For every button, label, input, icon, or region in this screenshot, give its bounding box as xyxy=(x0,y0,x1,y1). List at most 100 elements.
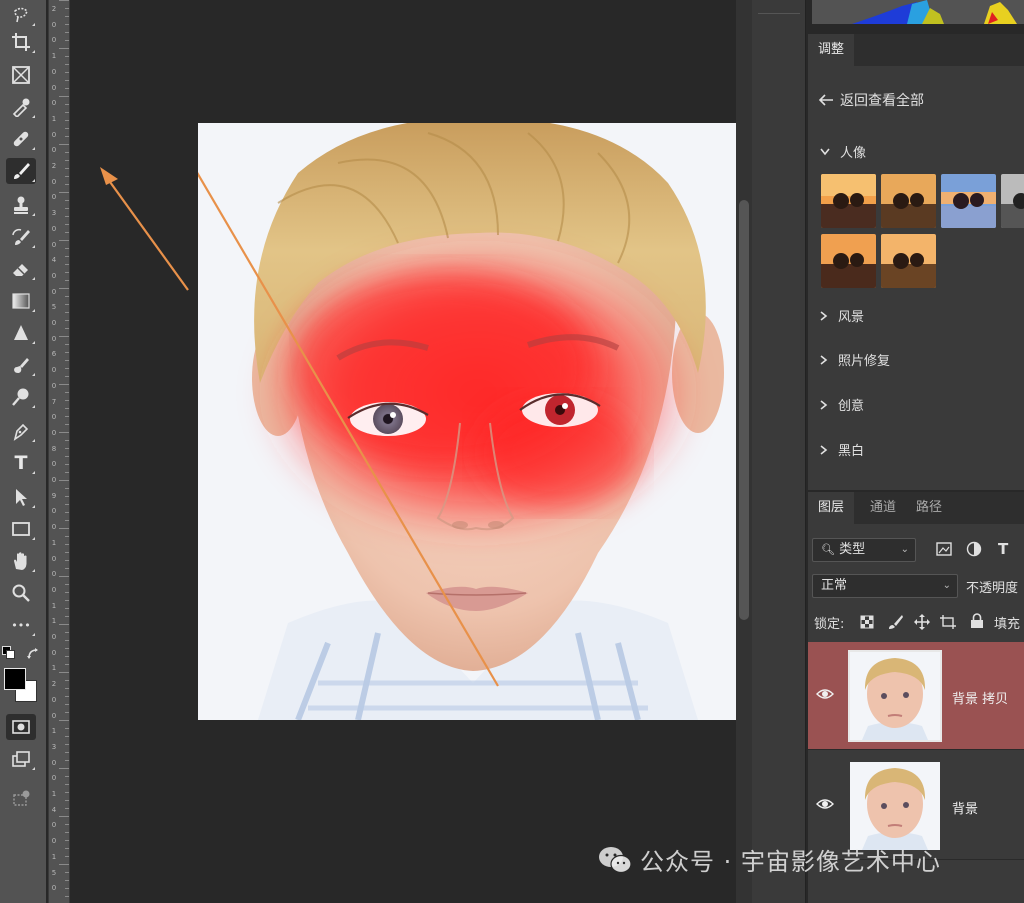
lock-transparent-icon[interactable] xyxy=(860,615,874,629)
back-to-all-link[interactable]: 返回查看全部 xyxy=(818,90,924,110)
ruler-tick xyxy=(65,664,69,665)
tab-paths[interactable]: 路径 xyxy=(906,492,952,524)
ruler-label: 0 xyxy=(51,821,57,830)
default-colors-icon[interactable] xyxy=(2,646,16,660)
ruler-label: 1 xyxy=(51,601,57,610)
hand-icon[interactable] xyxy=(6,548,36,574)
ruler-tick xyxy=(65,896,69,897)
ruler-label: 1 xyxy=(51,114,57,123)
histogram-panel xyxy=(812,0,1024,24)
fill-label: 填充 xyxy=(994,617,1021,632)
ruler-label: 7 xyxy=(51,397,57,406)
ruler-tick xyxy=(59,768,69,769)
blend-mode-dropdown[interactable]: 正常 ⌄ xyxy=(812,574,958,598)
layer-name[interactable]: 背景 拷贝 xyxy=(952,688,1008,707)
watermark-text: 公众号 · 宇宙影像艺术中心 xyxy=(640,848,941,876)
filter-pixel-icon[interactable] xyxy=(936,542,952,556)
section-label: 人像 xyxy=(840,146,867,161)
crop-icon[interactable] xyxy=(6,29,36,55)
preset-thumbnail[interactable] xyxy=(821,174,876,228)
section-black-white[interactable]: 黑白 xyxy=(820,440,864,459)
eyedropper-icon[interactable] xyxy=(6,94,36,120)
portrait-photo xyxy=(198,123,748,720)
pen-icon[interactable] xyxy=(6,418,36,444)
layer-filter-dropdown[interactable]: 🔍︎ 类型 ⌄ xyxy=(812,538,916,562)
tab-layers[interactable]: 图层 xyxy=(808,492,855,524)
preset-thumbnail[interactable] xyxy=(941,174,996,228)
screen-mode-icon[interactable] xyxy=(6,746,36,772)
lock-pixels-icon[interactable] xyxy=(888,614,904,630)
lock-position-icon[interactable] xyxy=(914,614,930,630)
more-icon[interactable]: ••• xyxy=(6,612,36,638)
edit-toolbar-icon[interactable] xyxy=(6,786,36,812)
blur-icon[interactable] xyxy=(6,320,36,346)
eye-icon[interactable] xyxy=(816,687,834,701)
lock-artboard-icon[interactable] xyxy=(940,614,956,630)
scroll-thumb[interactable] xyxy=(739,200,749,620)
section-photo-restore[interactable]: 照片修复 xyxy=(820,350,890,369)
ruler-tick xyxy=(65,544,69,545)
ruler-tick xyxy=(59,432,69,433)
lasso-select-icon[interactable] xyxy=(6,2,36,28)
lock-label: 锁定: xyxy=(814,617,845,632)
ruler-label: 0 xyxy=(51,758,57,767)
filter-label: 类型 xyxy=(839,542,866,557)
tab-adjustments[interactable]: 调整 xyxy=(808,34,855,66)
ruler-label: 0 xyxy=(51,146,57,155)
section-creative[interactable]: 创意 xyxy=(820,395,864,414)
tab-channels[interactable]: 通道 xyxy=(860,492,906,524)
ruler-label: 0 xyxy=(51,36,57,45)
zoom-icon[interactable] xyxy=(6,580,36,606)
ruler-tick xyxy=(65,496,69,497)
ruler-tick xyxy=(65,488,69,489)
rectangle-icon[interactable] xyxy=(6,516,36,542)
ruler-tick xyxy=(65,344,69,345)
foreground-color-swatch[interactable] xyxy=(4,668,26,690)
lock-all-icon[interactable] xyxy=(970,613,984,629)
ruler-label: 0 xyxy=(51,837,57,846)
layer-name[interactable]: 背景 xyxy=(952,798,978,817)
watermark: 公众号 · 宇宙影像艺术中心 xyxy=(598,842,941,877)
canvas-vertical-scrollbar[interactable] xyxy=(736,0,752,903)
ruler-tick xyxy=(65,376,69,377)
ruler-tick xyxy=(65,520,69,521)
smudge-icon[interactable] xyxy=(6,352,36,378)
layer-row-background-copy[interactable]: 背景 拷贝 xyxy=(808,642,1024,750)
ruler-tick xyxy=(65,464,69,465)
ruler-tick xyxy=(65,616,69,617)
ruler-tick xyxy=(65,696,69,697)
document-canvas[interactable] xyxy=(70,0,748,903)
preset-thumbnail[interactable] xyxy=(881,174,936,228)
filter-type-icon[interactable]: T xyxy=(998,540,1008,558)
dodge-icon[interactable] xyxy=(6,384,36,410)
ruler-tick xyxy=(65,392,69,393)
ruler-tick xyxy=(65,728,69,729)
ruler-tick xyxy=(65,800,69,801)
filter-adjustment-icon[interactable] xyxy=(966,541,982,557)
ruler-tick xyxy=(65,472,69,473)
section-portrait[interactable]: 人像 xyxy=(820,142,866,161)
quick-mask-icon[interactable] xyxy=(6,714,36,740)
ruler-tick xyxy=(65,32,69,33)
wechat-icon xyxy=(599,846,632,873)
path-select-icon[interactable] xyxy=(6,484,36,510)
ruler-label: 2 xyxy=(51,680,57,689)
section-landscape[interactable]: 风景 xyxy=(820,306,864,325)
frame-icon[interactable] xyxy=(6,62,36,88)
ruler-tick xyxy=(59,0,69,1)
ruler-label: 0 xyxy=(51,570,57,579)
preset-thumbnail[interactable] xyxy=(881,234,936,288)
preset-thumbnail[interactable] xyxy=(1001,174,1024,228)
ruler-tick xyxy=(65,72,69,73)
ruler-tick xyxy=(65,360,69,361)
ruler-label: 0 xyxy=(51,884,57,893)
ruler-tick xyxy=(65,112,69,113)
ruler-tick xyxy=(65,536,69,537)
eye-icon[interactable] xyxy=(816,797,834,811)
ruler-tick xyxy=(59,336,69,337)
ruler-tick xyxy=(65,688,69,689)
type-icon[interactable]: T xyxy=(6,450,36,476)
preset-thumbnail[interactable] xyxy=(821,234,876,288)
spot-healing-icon[interactable] xyxy=(6,126,36,152)
swap-colors-icon[interactable] xyxy=(26,646,40,660)
